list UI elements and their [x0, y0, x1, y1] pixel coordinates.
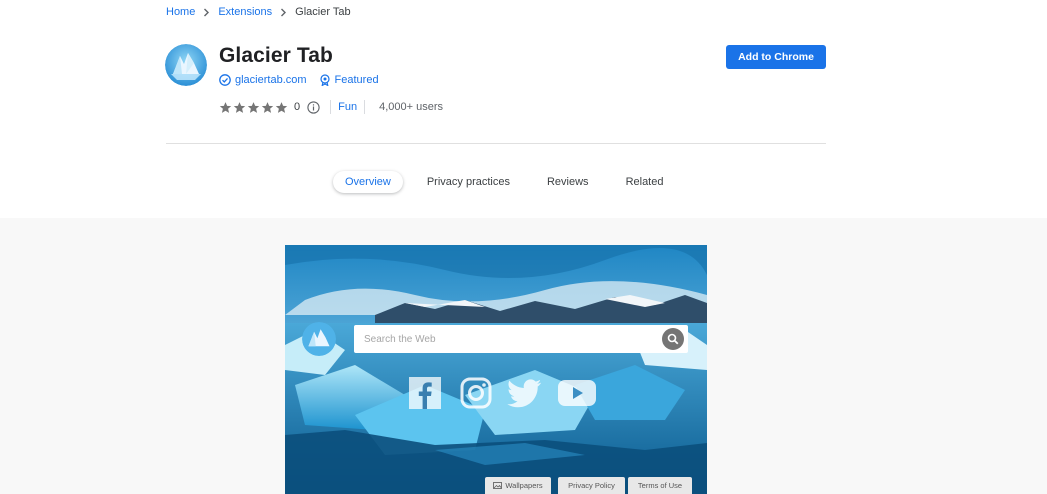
tab-related[interactable]: Related [626, 176, 664, 188]
breadcrumb-extensions[interactable]: Extensions [218, 6, 272, 18]
verified-badge-icon [219, 74, 231, 86]
tab-bar: Overview Privacy practices Reviews Relat… [333, 171, 663, 193]
rating-count: 0 [294, 101, 301, 113]
extension-screenshot[interactable]: Search the Web Wallpapers Privacy Policy… [285, 245, 707, 494]
youtube-icon[interactable] [557, 375, 597, 411]
featured-label: Featured [334, 74, 379, 86]
instagram-icon[interactable] [458, 375, 494, 411]
web-search-bar[interactable]: Search the Web [354, 325, 688, 353]
rating-row: 0 Fun 4,000+ users [219, 100, 443, 114]
privacy-policy-button[interactable]: Privacy Policy [558, 477, 625, 494]
featured-badge: Featured [319, 74, 379, 86]
extension-title: Glacier Tab [219, 44, 333, 67]
tab-reviews[interactable]: Reviews [547, 176, 589, 188]
breadcrumb-current: Glacier Tab [295, 6, 351, 18]
add-to-chrome-button[interactable]: Add to Chrome [726, 45, 826, 69]
glacier-background-image [285, 245, 707, 494]
terms-of-use-button[interactable]: Terms of Use [628, 477, 692, 494]
meta-row: glaciertab.com Featured [219, 74, 379, 86]
chrome-web-store-page: Home Extensions Glacier Tab Glacier Tab [0, 0, 1047, 494]
wallpapers-label: Wallpapers [505, 481, 543, 490]
glacier-logo-icon [302, 322, 336, 356]
tab-overview[interactable]: Overview [333, 171, 403, 193]
featured-ribbon-icon [319, 74, 330, 86]
divider [330, 100, 332, 114]
search-icon[interactable] [662, 328, 684, 350]
header-divider [166, 143, 826, 144]
search-input[interactable]: Search the Web [364, 334, 662, 345]
breadcrumb: Home Extensions Glacier Tab [166, 5, 351, 19]
star-icon [275, 101, 288, 113]
facebook-icon[interactable] [407, 375, 443, 411]
publisher-site-link[interactable]: glaciertab.com [219, 74, 307, 86]
divider [364, 100, 366, 114]
category-link[interactable]: Fun [338, 101, 357, 113]
twitter-icon[interactable] [507, 375, 543, 411]
privacy-policy-label: Privacy Policy [568, 481, 615, 490]
extension-logo-icon [165, 44, 207, 86]
breadcrumb-home[interactable]: Home [166, 6, 195, 18]
wallpapers-button[interactable]: Wallpapers [485, 477, 551, 494]
star-icon [233, 101, 246, 113]
chevron-right-icon [203, 8, 210, 17]
image-icon [493, 482, 503, 489]
star-rating [219, 101, 288, 114]
user-count: 4,000+ users [379, 101, 443, 113]
star-icon [247, 101, 260, 113]
publisher-site-label: glaciertab.com [235, 74, 307, 86]
terms-of-use-label: Terms of Use [637, 481, 683, 490]
tab-privacy-practices[interactable]: Privacy practices [427, 176, 510, 188]
chevron-right-icon [280, 8, 287, 17]
info-icon[interactable] [307, 100, 320, 114]
star-icon [261, 101, 274, 113]
star-icon [219, 101, 232, 113]
